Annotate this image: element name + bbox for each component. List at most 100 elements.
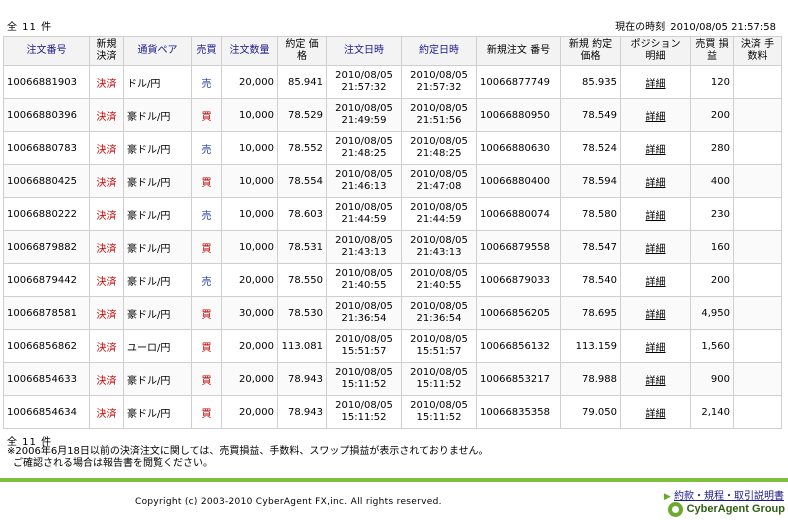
new-contract-price: 78.524 — [560, 131, 621, 165]
new-order-number: 10066856132 — [476, 329, 561, 363]
col-order-no[interactable]: 注文番号 — [3, 36, 90, 66]
new-contract-price: 78.547 — [560, 230, 621, 264]
position-detail-cell: 詳細 — [620, 395, 691, 429]
order-quantity: 20,000 — [221, 362, 278, 396]
copyright: Copyright (c) 2003-2010 CyberAgent FX,in… — [135, 497, 442, 507]
detail-link[interactable]: 詳細 — [646, 112, 666, 123]
order-datetime: 2010/08/05 21:44:59 — [326, 197, 402, 231]
settlement-fee — [733, 98, 782, 132]
contract-date: 2010/08/05 — [410, 103, 468, 114]
col-side[interactable]: 売買 — [191, 36, 222, 66]
new-order-number: 10066853217 — [476, 362, 561, 396]
order-datetime: 2010/08/05 15:51:57 — [326, 329, 402, 363]
new-order-number: 10066880074 — [476, 197, 561, 231]
detail-link[interactable]: 詳細 — [646, 343, 666, 354]
col-contract-datetime[interactable]: 約定日時 — [401, 36, 477, 66]
profit-loss: 200 — [690, 263, 734, 297]
position-detail-cell: 詳細 — [620, 197, 691, 231]
order-quantity: 20,000 — [221, 263, 278, 297]
new-contract-price: 78.695 — [560, 296, 621, 330]
order-quantity: 10,000 — [221, 197, 278, 231]
terms-link[interactable]: ▶ 約款・規程・取引説明書 — [664, 487, 784, 502]
order-datetime: 2010/08/05 21:57:32 — [326, 65, 402, 99]
settlement-fee — [733, 362, 782, 396]
order-quantity: 20,000 — [221, 65, 278, 99]
current-time-value: 2010/08/05 21:57:58 — [670, 22, 776, 33]
col-pair[interactable]: 通貨ペア — [123, 36, 192, 66]
order-datetime: 2010/08/05 21:48:25 — [326, 131, 402, 165]
detail-link[interactable]: 詳細 — [646, 409, 666, 420]
currency-pair: 豪ドル/円 — [123, 296, 192, 330]
order-number: 10066880783 — [3, 131, 90, 165]
contract-time: 21:40:55 — [416, 280, 462, 291]
trade-side: 買 — [191, 230, 222, 264]
detail-link[interactable]: 詳細 — [646, 244, 666, 255]
order-number: 10066880425 — [3, 164, 90, 198]
contract-date: 2010/08/05 — [410, 235, 468, 246]
position-detail-cell: 詳細 — [620, 98, 691, 132]
current-time-label: 現在の時刻 — [615, 22, 666, 33]
trade-side: 買 — [191, 98, 222, 132]
detail-link[interactable]: 詳細 — [646, 178, 666, 189]
detail-link[interactable]: 詳細 — [646, 79, 666, 90]
order-date: 2010/08/05 — [335, 103, 393, 114]
order-time: 21:49:59 — [341, 115, 387, 126]
col-fee: 決済 手数料 — [733, 36, 782, 66]
order-date: 2010/08/05 — [335, 235, 393, 246]
order-number: 10066878581 — [3, 296, 90, 330]
order-type: 決済 — [89, 98, 124, 132]
order-type: 決済 — [89, 329, 124, 363]
contract-date: 2010/08/05 — [410, 268, 468, 279]
note-line-1: ※2006年6月18日以前の決済注文に関しては、売買損益、手数料、スワップ損益が… — [7, 446, 489, 457]
col-pnl: 売買 損益 — [690, 36, 734, 66]
order-time: 21:44:59 — [341, 214, 387, 225]
order-history-table: 注文番号 新規 決済 通貨ペア 売買 注文数量 約定 価格 注文日時 約定日時 … — [3, 36, 782, 429]
detail-link[interactable]: 詳細 — [646, 145, 666, 156]
settlement-fee — [733, 263, 782, 297]
contract-datetime: 2010/08/05 15:51:57 — [401, 329, 477, 363]
position-detail-cell: 詳細 — [620, 362, 691, 396]
position-detail-cell: 詳細 — [620, 263, 691, 297]
currency-pair: 豪ドル/円 — [123, 362, 192, 396]
new-contract-price: 78.988 — [560, 362, 621, 396]
col-order-datetime[interactable]: 注文日時 — [326, 36, 402, 66]
order-date: 2010/08/05 — [335, 136, 393, 147]
order-time: 21:43:13 — [341, 247, 387, 258]
order-time: 15:11:52 — [341, 412, 387, 423]
trade-side: 売 — [191, 65, 222, 99]
table-row: 10066879882 決済 豪ドル/円買 10,000 78.531 2010/08/0… — [3, 230, 782, 264]
contract-time: 15:11:52 — [416, 379, 462, 390]
new-order-number: 10066879033 — [476, 263, 561, 297]
col-qty[interactable]: 注文数量 — [221, 36, 278, 66]
profit-loss: 120 — [690, 65, 734, 99]
order-datetime: 2010/08/05 21:36:54 — [326, 296, 402, 330]
settlement-fee — [733, 131, 782, 165]
order-date: 2010/08/05 — [335, 169, 393, 180]
order-time: 21:46:13 — [341, 181, 387, 192]
order-date: 2010/08/05 — [335, 367, 393, 378]
contract-price: 78.554 — [277, 164, 327, 198]
order-datetime: 2010/08/05 21:40:55 — [326, 263, 402, 297]
new-contract-price: 78.549 — [560, 98, 621, 132]
currency-pair: ドル/円 — [123, 65, 192, 99]
order-type: 決済 — [89, 131, 124, 165]
order-type: 決済 — [89, 65, 124, 99]
contract-price: 78.552 — [277, 131, 327, 165]
order-type: 決済 — [89, 362, 124, 396]
trade-side: 買 — [191, 362, 222, 396]
col-position-detail: ポジション 明細 — [620, 36, 691, 66]
detail-link[interactable]: 詳細 — [646, 277, 666, 288]
table-row: 10066878581 決済 豪ドル/円買 30,000 78.530 2010/08/0… — [3, 296, 782, 330]
detail-link[interactable]: 詳細 — [646, 376, 666, 387]
contract-price: 78.550 — [277, 263, 327, 297]
detail-link[interactable]: 詳細 — [646, 211, 666, 222]
currency-pair: 豪ドル/円 — [123, 395, 192, 429]
order-quantity: 10,000 — [221, 131, 278, 165]
position-detail-cell: 詳細 — [620, 164, 691, 198]
table-row: 10066880396 決済 豪ドル/円買 10,000 78.529 2010/08/0… — [3, 98, 782, 132]
detail-link[interactable]: 詳細 — [646, 310, 666, 321]
table-row: 10066880425 決済 豪ドル/円買 10,000 78.554 2010/08/0… — [3, 164, 782, 198]
settlement-fee — [733, 230, 782, 264]
contract-date: 2010/08/05 — [410, 367, 468, 378]
col-new-contract-price: 新規 約定価格 — [560, 36, 621, 66]
